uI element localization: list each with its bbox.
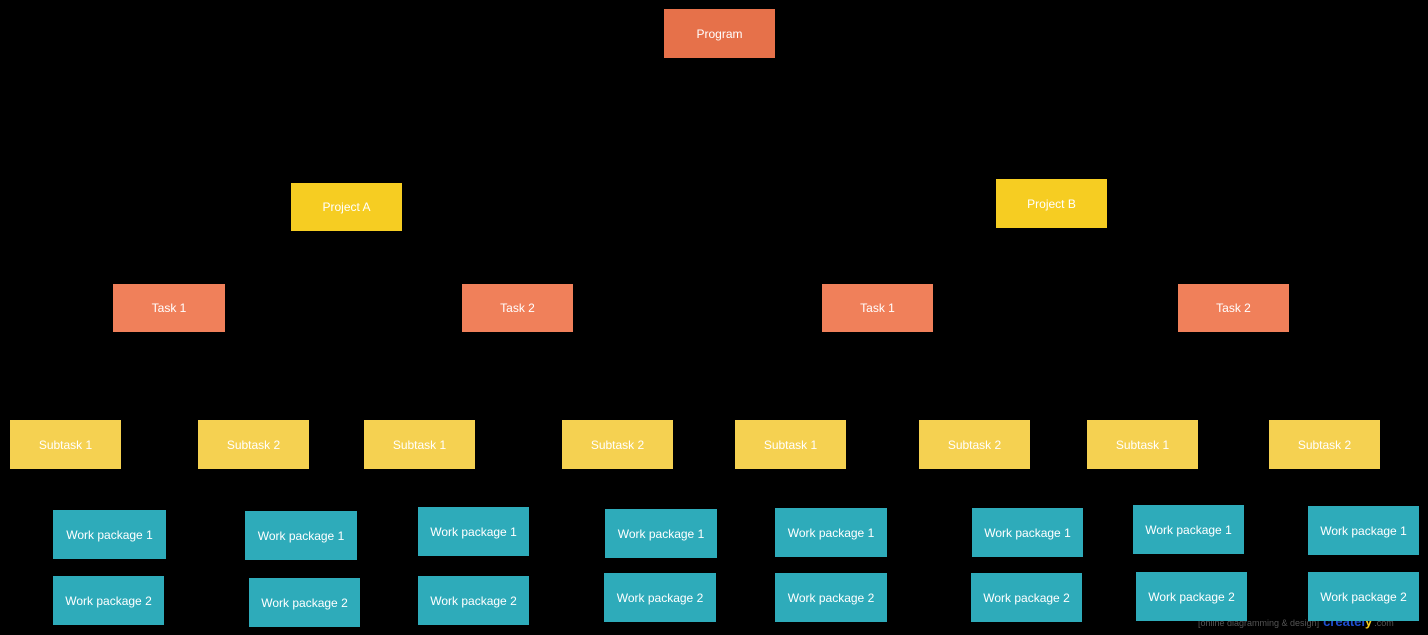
node-wp-2-1[interactable]: Work package 1 xyxy=(245,511,357,560)
node-wp-3-2[interactable]: Work package 2 xyxy=(418,576,529,625)
node-a2-sub-1[interactable]: Subtask 1 xyxy=(364,420,475,469)
node-wp-4-2[interactable]: Work package 2 xyxy=(604,573,716,622)
node-project-b[interactable]: Project B xyxy=(996,179,1107,228)
node-project-a[interactable]: Project A xyxy=(291,183,402,231)
node-a-task-2[interactable]: Task 2 xyxy=(462,284,573,332)
node-program[interactable]: Program xyxy=(664,9,775,58)
node-wp-1-1[interactable]: Work package 1 xyxy=(53,510,166,559)
node-b2-sub-2[interactable]: Subtask 2 xyxy=(1269,420,1380,469)
node-a1-sub-1[interactable]: Subtask 1 xyxy=(10,420,121,469)
node-wp-7-2[interactable]: Work package 2 xyxy=(1136,572,1247,621)
node-wp-7-1[interactable]: Work package 1 xyxy=(1133,505,1244,554)
node-wp-8-2[interactable]: Work package 2 xyxy=(1308,572,1419,621)
node-b1-sub-2[interactable]: Subtask 2 xyxy=(919,420,1030,469)
node-wp-4-1[interactable]: Work package 1 xyxy=(605,509,717,558)
node-wp-3-1[interactable]: Work package 1 xyxy=(418,507,529,556)
wbs-diagram: [online diagramming & design] creately .co… xyxy=(0,0,1428,635)
node-a-task-1[interactable]: Task 1 xyxy=(113,284,225,332)
node-a2-sub-2[interactable]: Subtask 2 xyxy=(562,420,673,469)
node-wp-6-2[interactable]: Work package 2 xyxy=(971,573,1082,622)
node-wp-2-2[interactable]: Work package 2 xyxy=(249,578,360,627)
node-wp-5-1[interactable]: Work package 1 xyxy=(775,508,887,557)
node-wp-1-2[interactable]: Work package 2 xyxy=(53,576,164,625)
node-a1-sub-2[interactable]: Subtask 2 xyxy=(198,420,309,469)
node-wp-6-1[interactable]: Work package 1 xyxy=(972,508,1083,557)
node-wp-8-1[interactable]: Work package 1 xyxy=(1308,506,1419,555)
node-wp-5-2[interactable]: Work package 2 xyxy=(775,573,887,622)
node-b-task-1[interactable]: Task 1 xyxy=(822,284,933,332)
node-b1-sub-1[interactable]: Subtask 1 xyxy=(735,420,846,469)
node-b2-sub-1[interactable]: Subtask 1 xyxy=(1087,420,1198,469)
node-b-task-2[interactable]: Task 2 xyxy=(1178,284,1289,332)
